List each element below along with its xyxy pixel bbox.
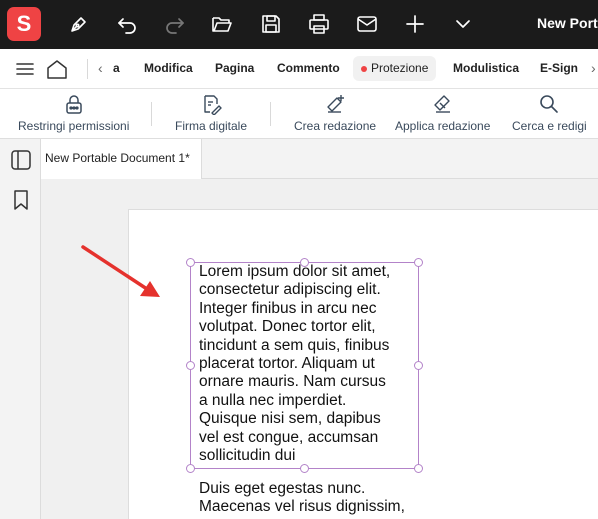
apply-redaction-button[interactable]: Applica redazione <box>395 93 490 133</box>
hamburger-menu-icon[interactable] <box>15 60 35 78</box>
tab-e-sign[interactable]: E-Sign <box>540 61 578 75</box>
resize-handle-br[interactable] <box>414 464 423 473</box>
mail-icon[interactable] <box>355 12 379 36</box>
redo-icon[interactable] <box>163 12 187 36</box>
save-icon[interactable] <box>259 12 283 36</box>
tab-partial[interactable]: a <box>113 61 120 75</box>
digital-signature-icon <box>204 95 222 115</box>
text-paragraph-2[interactable]: Duis eget egestas nunc. Maecenas vel ris… <box>199 480 429 517</box>
restrict-permissions-button[interactable]: Restringi permissioni <box>18 93 129 133</box>
pen-icon[interactable] <box>67 12 91 36</box>
resize-handle-t[interactable] <box>300 258 309 267</box>
tab-modifica[interactable]: Modifica <box>144 61 193 75</box>
document-tab-title: New Portable Document 1* <box>45 151 190 165</box>
search-redact-button[interactable]: Cerca e redigi <box>512 93 587 133</box>
divider <box>270 102 271 126</box>
text-selection-box[interactable] <box>190 262 419 469</box>
search-redact-icon <box>540 95 559 113</box>
ribbon-toolbar: Restringi permissioni Firma digitale Cre… <box>0 89 598 139</box>
print-icon[interactable] <box>307 12 331 36</box>
tab-pagina[interactable]: Pagina <box>215 61 254 75</box>
scroll-left-icon[interactable]: ‹ <box>98 60 103 76</box>
menu-bar: ‹ a Modifica Pagina Commento Protezione … <box>0 49 598 89</box>
home-icon[interactable] <box>45 57 69 81</box>
divider <box>87 59 88 79</box>
app-logo[interactable]: S <box>7 7 41 41</box>
create-redaction-button[interactable]: Crea redazione <box>294 93 376 133</box>
create-redaction-label: Crea redazione <box>294 119 377 133</box>
divider <box>151 102 152 126</box>
resize-handle-r[interactable] <box>414 361 423 370</box>
red-arrow-icon <box>81 245 160 297</box>
resize-handle-tr[interactable] <box>414 258 423 267</box>
chevron-down-icon[interactable] <box>451 12 475 36</box>
scroll-right-icon[interactable]: › <box>591 60 596 76</box>
tab-protezione[interactable]: Protezione <box>353 56 436 81</box>
text-line: Maecenas vel risus dignissim, <box>199 498 405 516</box>
new-icon[interactable] <box>403 12 427 36</box>
lock-icon <box>65 95 82 114</box>
apply-redaction-icon <box>434 95 450 113</box>
window-title: New Porta <box>537 15 598 31</box>
tab-commento[interactable]: Commento <box>277 61 340 75</box>
active-dot-icon <box>361 66 367 72</box>
create-redaction-icon <box>327 95 345 113</box>
left-panel <box>0 139 41 519</box>
bookmark-icon[interactable] <box>9 188 33 212</box>
digital-signature-button[interactable]: Firma digitale <box>175 93 247 133</box>
apply-redaction-label: Applica redazione <box>395 119 491 133</box>
resize-handle-b[interactable] <box>300 464 309 473</box>
document-tab-strip: New Portable Document 1* <box>41 139 598 180</box>
resize-handle-bl[interactable] <box>186 464 195 473</box>
open-folder-icon[interactable] <box>210 12 234 36</box>
restrict-permissions-label: Restringi permissioni <box>18 119 130 133</box>
panel-toggle-icon[interactable] <box>9 148 33 172</box>
tab-protezione-label: Protezione <box>371 61 429 75</box>
title-bar: S New Port <box>0 0 598 49</box>
resize-handle-l[interactable] <box>186 361 195 370</box>
resize-handle-tl[interactable] <box>186 258 195 267</box>
undo-icon[interactable] <box>115 12 139 36</box>
document-tab[interactable]: New Portable Document 1* <box>41 139 202 180</box>
tab-modulistica[interactable]: Modulistica <box>453 61 519 75</box>
text-line: Duis eget egestas nunc. <box>199 480 366 497</box>
search-redact-label: Cerca e redigi <box>512 119 587 133</box>
digital-signature-label: Firma digitale <box>175 119 248 133</box>
